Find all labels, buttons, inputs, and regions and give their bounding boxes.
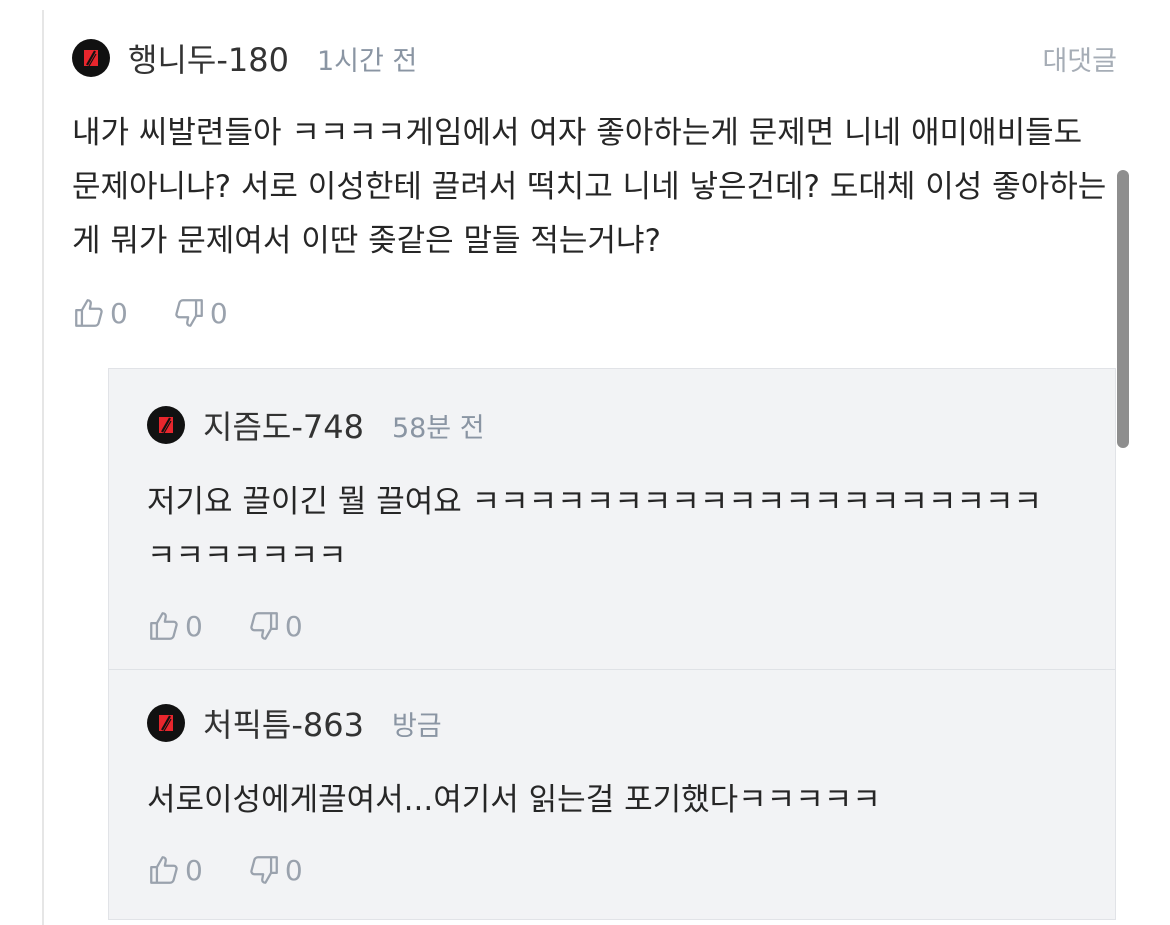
dislike-button[interactable]: 0 xyxy=(247,853,303,887)
like-count: 0 xyxy=(185,609,203,643)
thumbs-down-icon xyxy=(175,299,203,327)
like-button[interactable]: 0 xyxy=(147,853,203,887)
dislike-button[interactable]: 0 xyxy=(172,296,228,330)
reply-item: 지즘도-748 58분 전 저기요 끌이긴 뭘 끌여요 ㅋㅋㅋㅋㅋㅋㅋㅋㅋㅋㅋㅋ… xyxy=(147,401,1087,649)
reply-meta: 처픽틈-863 방금 xyxy=(147,699,1087,747)
red-slash-logo-icon xyxy=(159,417,173,434)
username[interactable]: 행니두-180 xyxy=(128,35,289,81)
avatar[interactable] xyxy=(147,704,185,742)
reactions: 0 0 xyxy=(72,290,1117,336)
username[interactable]: 지즘도-748 xyxy=(203,402,364,448)
timestamp: 1시간 전 xyxy=(316,45,418,77)
timestamp: 58분 전 xyxy=(391,412,485,444)
reactions: 0 0 xyxy=(147,603,1087,649)
divider xyxy=(109,669,1115,670)
reply-meta: 지즘도-748 58분 전 xyxy=(147,401,1087,449)
reply-body: 서로이성에게끌여서...여기서 읽는걸 포기했다ㅋㅋㅋㅋㅋ xyxy=(147,782,881,818)
timestamp: 방금 xyxy=(391,710,442,742)
reply-body: 저기요 끌이긴 뭘 끌여요 ㅋㅋㅋㅋㅋㅋㅋㅋㅋㅋㅋㅋㅋㅋㅋㅋㅋㅋㅋㅋㅋㅋㅋㅋㅋㅋ… xyxy=(147,484,1043,574)
replies-container: 지즘도-748 58분 전 저기요 끌이긴 뭘 끌여요 ㅋㅋㅋㅋㅋㅋㅋㅋㅋㅋㅋㅋ… xyxy=(108,368,1116,920)
comment-meta: 행니두-180 1시간 전 대댓글 xyxy=(72,34,1117,82)
dislike-count: 0 xyxy=(284,853,303,887)
avatar[interactable] xyxy=(72,39,110,77)
thread-line xyxy=(42,10,44,925)
red-slash-logo-icon xyxy=(159,715,173,732)
dislike-count: 0 xyxy=(284,609,303,643)
username[interactable]: 처픽틈-863 xyxy=(203,700,364,746)
dislike-count: 0 xyxy=(209,296,228,330)
thumbs-down-icon xyxy=(250,612,278,640)
thumbs-up-icon xyxy=(75,299,103,327)
comment-body: 내가 씨발련들아 ㅋㅋㅋㅋ게임에서 여자 좋아하는게 문제면 니네 애미애비들도… xyxy=(72,115,1107,259)
like-count: 0 xyxy=(185,853,203,887)
thumbs-up-icon xyxy=(150,856,178,884)
reply-button[interactable]: 대댓글 xyxy=(1042,39,1117,78)
scrollbar[interactable] xyxy=(1117,170,1129,448)
red-slash-logo-icon xyxy=(84,50,98,67)
avatar[interactable] xyxy=(147,406,185,444)
reply-item: 처픽틈-863 방금 서로이성에게끌여서...여기서 읽는걸 포기했다ㅋㅋㅋㅋㅋ… xyxy=(147,699,1087,893)
thumbs-up-icon xyxy=(150,612,178,640)
comment: 행니두-180 1시간 전 대댓글 내가 씨발련들아 ㅋㅋㅋㅋ게임에서 여자 좋… xyxy=(72,34,1117,336)
like-button[interactable]: 0 xyxy=(147,609,203,643)
like-count: 0 xyxy=(110,296,128,330)
like-button[interactable]: 0 xyxy=(72,296,128,330)
reactions: 0 0 xyxy=(147,847,1087,893)
dislike-button[interactable]: 0 xyxy=(247,609,303,643)
thumbs-down-icon xyxy=(250,856,278,884)
